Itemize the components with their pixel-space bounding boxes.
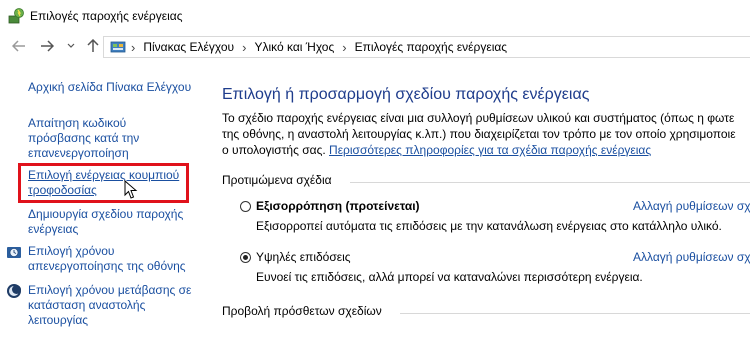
intro-line: ο υπολογιστής σας. Περισσότερες πληροφορ… (222, 142, 750, 158)
sidebar-item-sleep[interactable]: Επιλογή χρόνου μετάβασης σε κατάσταση αν… (28, 283, 191, 328)
sidebar-item-label-line: πρόσβασης κατά την (28, 131, 140, 145)
forward-arrow-icon (41, 40, 54, 52)
intro-line: Το σχέδιο παροχής ενέργειας είναι μια συ… (222, 111, 735, 125)
plan-high-performance-radio[interactable] (240, 252, 251, 263)
change-plan-settings-link[interactable]: Αλλαγή ρυθμίσεων σχ (633, 250, 750, 264)
chevron-down-icon (67, 43, 75, 48)
sidebar-item-display-off[interactable]: Επιλογή χρόνου απενεργοποίησης της οθόνη… (28, 244, 186, 274)
breadcrumb-item-control-panel[interactable]: Πίνακας Ελέγχου (143, 40, 234, 54)
intro-line-text: ο υπολογιστής σας. (222, 143, 326, 157)
sidebar-item-label-line: τροφοδοσίας (28, 183, 97, 197)
preferred-plans-title: Προτιμώμενα σχέδια (222, 173, 332, 187)
recent-locations-button[interactable] (62, 37, 80, 55)
page-title: Επιλογή ή προσαρμογή σχεδίου παροχής ενέ… (222, 86, 590, 103)
sidebar-item-label-line: επανενεργοποίηση (28, 146, 129, 160)
plan-name[interactable]: Υψηλές επιδόσεις (256, 250, 351, 264)
mouse-cursor-icon (124, 180, 138, 199)
section-divider (350, 182, 750, 183)
moon-icon (7, 284, 21, 298)
section-divider (400, 313, 750, 314)
sidebar-item-label-line: απενεργοποίησης της οθόνης (28, 259, 186, 273)
main-content: Επιλογή ή προσαρμογή σχεδίου παροχής ενέ… (210, 62, 750, 341)
more-info-link[interactable]: Περισσότερες πληροφορίες για τα σχέδια π… (329, 143, 651, 157)
window-title: Επιλογές παροχής ενέργειας (30, 9, 183, 23)
power-options-icon (8, 8, 24, 24)
sidebar-item-control-panel-home[interactable]: Αρχική σελίδα Πίνακα Ελέγχου (28, 80, 191, 95)
change-plan-settings-link[interactable]: Αλλαγή ρυθμίσεων σχ (633, 199, 750, 213)
back-arrow-icon (12, 40, 25, 52)
sidebar-item-create-plan[interactable]: Δημιουργία σχεδίου παροχής ενέργειας (28, 207, 183, 237)
sidebar-item-label-line: Δημιουργία σχεδίου παροχής (28, 207, 184, 221)
breadcrumb-item-hardware-sound[interactable]: Υλικό και Ήχος (254, 40, 334, 54)
sidebar-item-power-button[interactable]: Επιλογή ενέργειας κουμπιού τροφοδοσίας (28, 168, 179, 198)
intro-text: Το σχέδιο παροχής ενέργειας είναι μια συ… (222, 110, 750, 158)
plan-name[interactable]: Εξισορρόπηση (προτείνεται) (256, 199, 420, 213)
sidebar-item-label-line: Επιλογή ενέργειας κουμπιού (28, 168, 180, 182)
clock-icon (7, 247, 21, 258)
additional-plans-title[interactable]: Προβολή πρόσθετων σχεδίων (222, 304, 382, 318)
navigation-bar: › Πίνακας Ελέγχου › Υλικό και Ήχος › Επι… (0, 32, 750, 62)
plan-balanced-radio[interactable] (240, 201, 251, 212)
sidebar-item-label-line: Επιλογή χρόνου μετάβασης σε (28, 283, 192, 297)
sidebar-item-label-line: Επιλογή χρόνου (28, 244, 115, 258)
plan-description: Εξισορροπεί αυτόματα τις επιδόσεις με τη… (256, 219, 722, 233)
back-button[interactable] (10, 37, 28, 55)
address-bar[interactable]: › Πίνακας Ελέγχου › Υλικό και Ήχος › Επι… (103, 36, 750, 58)
breadcrumb-item-power-options[interactable]: Επιλογές παροχής ενέργειας (355, 40, 507, 54)
sidebar-item-label-line: λειτουργίας (28, 313, 89, 327)
sidebar-item-label-line: Απαίτηση κωδικού (28, 116, 127, 130)
sidebar-item-label-line: ενέργειας (28, 222, 79, 236)
intro-line: της οθόνης, η αναστολή λειτουργίας κ.λπ.… (222, 127, 736, 141)
breadcrumb-separator-icon: › (342, 39, 347, 55)
plan-description: Ευνοεί τις επιδόσεις, αλλά μπορεί να κατ… (256, 270, 643, 284)
breadcrumb-separator-icon: › (131, 39, 136, 55)
forward-button[interactable] (38, 37, 56, 55)
breadcrumb-separator-icon: › (242, 39, 247, 55)
sidebar-item-label: Αρχική σελίδα Πίνακα Ελέγχου (28, 80, 192, 94)
sidebar-item-label-line: κατάσταση αναστολής (28, 298, 146, 312)
up-button[interactable] (84, 37, 102, 55)
control-panel-icon (110, 41, 126, 53)
title-bar: Επιλογές παροχής ενέργειας (0, 0, 750, 32)
up-arrow-icon (87, 39, 99, 52)
sidebar-item-require-password[interactable]: Απαίτηση κωδικού πρόσβασης κατά την επαν… (28, 116, 139, 161)
